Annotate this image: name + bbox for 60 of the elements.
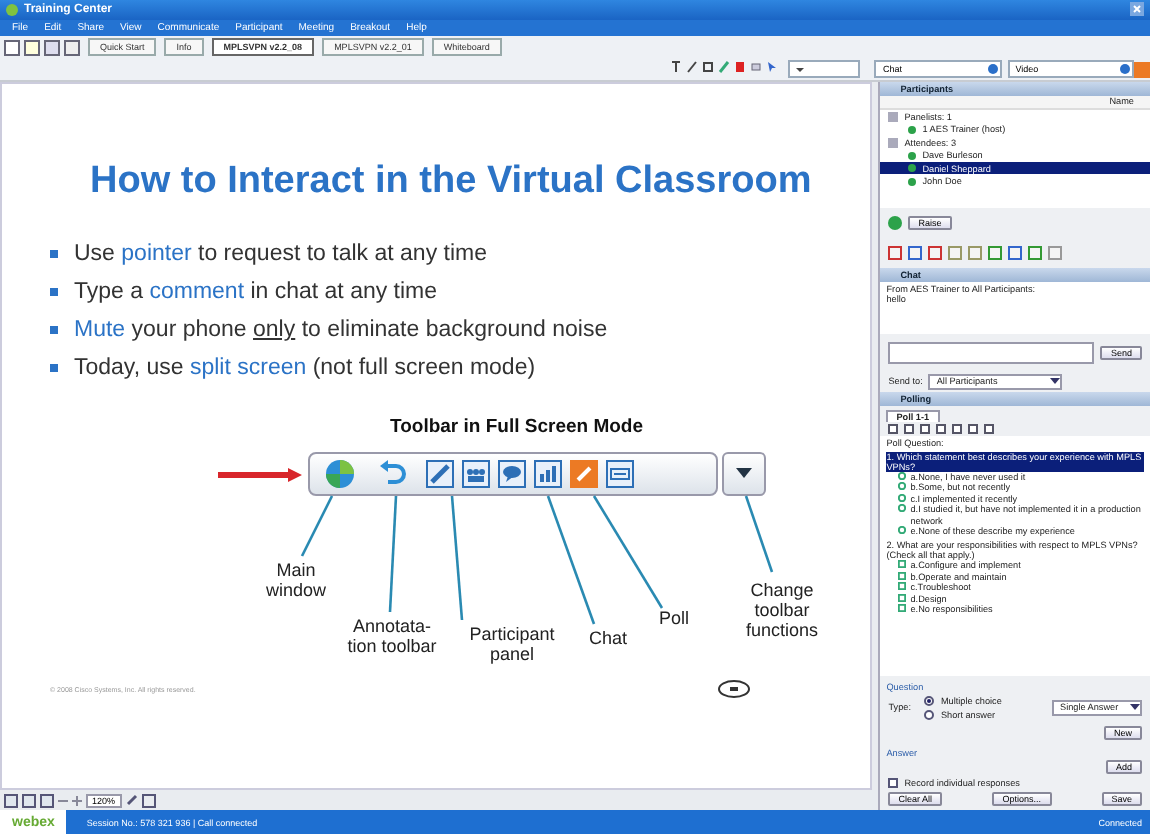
callout-label: Annotata-tion toolbar <box>346 615 438 656</box>
bar-chart-icon[interactable] <box>534 459 562 488</box>
people-icon[interactable] <box>462 459 490 488</box>
bullet-text: Mute your phone only to eliminate background noise <box>74 318 608 343</box>
line-tool-icon[interactable] <box>686 60 699 75</box>
callout-label: Poll <box>656 607 691 628</box>
caret-icon <box>1050 376 1061 387</box>
callout-label: Participant panel <box>467 623 557 664</box>
leader-line <box>744 495 774 573</box>
status-dot-icon <box>908 177 917 186</box>
speech-bubble-icon[interactable] <box>498 459 526 488</box>
caret-icon <box>736 468 752 479</box>
chat-input-field[interactable] <box>888 341 1095 364</box>
eraser-icon[interactable] <box>750 60 763 75</box>
status-dot-icon <box>908 164 917 173</box>
callout-label: Change toolbar functions <box>743 579 821 640</box>
slide-title: How to Interact in the Virtual Classroom <box>90 159 814 206</box>
bullet-text: Today, use split screen (not full screen mode) <box>74 356 536 381</box>
status-dot-icon <box>908 151 917 160</box>
text-tool-icon[interactable] <box>670 60 683 75</box>
undo-icon[interactable] <box>378 459 406 488</box>
callout-label: Main window <box>263 559 328 600</box>
diagram-title: Toolbar in Full Screen Mode <box>390 415 646 440</box>
pencil-icon[interactable] <box>570 459 598 488</box>
pointer-icon[interactable] <box>766 60 779 75</box>
globe-icon[interactable] <box>326 459 354 488</box>
leader-line <box>300 495 334 557</box>
radio-icon <box>898 525 907 534</box>
zoom-out-icon[interactable] <box>58 795 68 805</box>
pen-icon[interactable] <box>426 459 454 488</box>
caret-icon <box>796 65 805 74</box>
logo-badge-icon <box>718 680 751 699</box>
caret-icon <box>1120 64 1130 75</box>
bullet-icon <box>50 250 58 259</box>
bullet-icon <box>50 326 58 335</box>
leader-line <box>388 495 398 612</box>
hand-icon <box>888 215 903 230</box>
checkbox-icon[interactable] <box>888 777 899 788</box>
caret-icon <box>1130 702 1140 713</box>
pointer-arrow-icon <box>218 467 302 482</box>
toolbar-menu-button[interactable] <box>722 451 766 496</box>
bullet-icon <box>50 364 58 373</box>
bullet-icon <box>50 288 58 297</box>
zoom-in-icon[interactable] <box>72 795 82 805</box>
group-icon <box>888 137 899 148</box>
keyboard-icon[interactable] <box>606 459 634 488</box>
panel-button-icon[interactable] <box>1134 61 1150 78</box>
bullet-text: Use pointer to request to talk at any time <box>74 242 487 267</box>
radio-icon[interactable] <box>924 709 935 720</box>
radio-icon[interactable] <box>924 695 935 706</box>
leader-line <box>450 495 464 620</box>
group-icon <box>888 111 899 122</box>
rectangle-tool-icon[interactable] <box>702 60 715 75</box>
color-swatch-icon[interactable] <box>734 60 747 75</box>
callout-label: Chat <box>586 627 629 648</box>
bullet-text: Type a comment in chat at any time <box>74 280 438 305</box>
caret-icon <box>987 64 998 75</box>
status-dot-icon <box>908 125 917 134</box>
app-icon <box>6 3 18 16</box>
close-icon[interactable] <box>1130 2 1144 17</box>
